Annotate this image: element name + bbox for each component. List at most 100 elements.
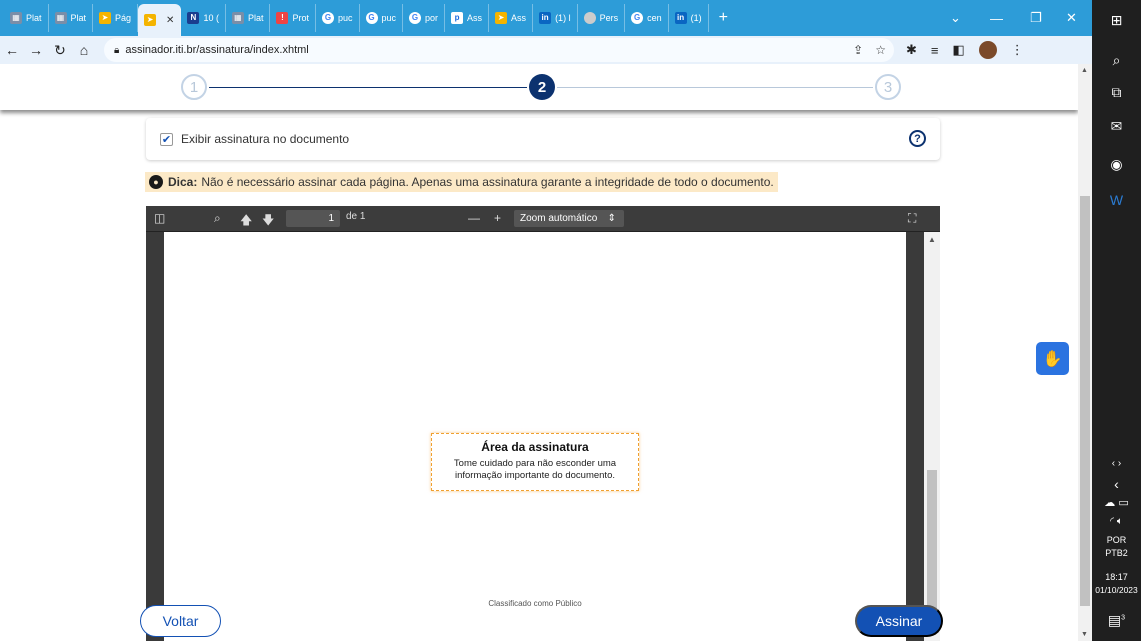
side-panel-icon[interactable]: ◧ [953,42,965,58]
sign-language-accessibility-icon[interactable]: ✋ [1036,342,1069,375]
tab-search-icon[interactable]: ⌄ [950,0,961,36]
page-content: 1 2 3 ✔ Exibir assinatura no documento ?… [0,64,1078,641]
browser-tab[interactable]: in (1) [669,4,709,32]
scroll-up-icon[interactable]: ▲ [1081,67,1088,74]
clock-date[interactable]: 01/10/2023 [1092,585,1141,595]
browser-tab[interactable]: N 10 ( [181,4,226,32]
gov-favicon-icon: ➤ [144,14,157,26]
signature-area[interactable]: Área da assinatura Tome cuidado para não… [431,433,639,491]
zoom-select[interactable]: Zoom automático ⇕ [514,210,624,227]
new-tab-button[interactable]: + [709,9,738,27]
browser-tab[interactable]: ▦ Plat [226,4,271,32]
notification-count: 3 [1121,614,1126,622]
person-favicon-icon [583,12,596,24]
minimize-button[interactable]: — [990,0,1003,36]
windows-taskbar: ⊞ ⌕ ⧉ ✉ ◉ W ‹ › ‹ ☁ ▭ ◜ 🔈︎ POR PTB2 18:1… [1092,0,1141,641]
lightbulb-icon: ● [149,175,163,189]
page-number-input[interactable]: 1 [286,210,340,227]
scroll-down-icon[interactable]: ▼ [1081,631,1088,638]
browser-tab[interactable]: ➤ Pág [93,4,139,32]
browser-tab[interactable]: in (1) l [533,4,578,32]
reload-icon[interactable]: ↻ [48,42,72,59]
classification-footer: Classificado como Público [488,599,582,608]
help-icon[interactable]: ? [909,130,926,147]
show-hidden-icons-icon[interactable]: ‹ [1092,476,1141,492]
page-scroll-thumb[interactable] [1080,196,1090,606]
address-bar[interactable]: 🔒︎ assinador.iti.br/assinatura/index.xht… [104,38,894,62]
browser-tab[interactable]: Gcen [625,4,669,32]
signature-area-description: Tome cuidado para não esconder uma infor… [453,458,617,481]
lock-icon[interactable]: 🔒︎ [114,45,119,56]
google-favicon-icon: G [409,12,422,24]
onedrive-battery-icon[interactable]: ☁ ▭ [1092,496,1141,509]
page-total: de 1 [346,211,366,222]
browser-tab[interactable]: ▦ Plat [4,4,49,32]
chrome-icon[interactable]: ◉ [1092,156,1141,173]
search-icon[interactable]: ⌕ [1092,52,1141,69]
step-1: 1 [181,74,207,100]
scroll-up-icon[interactable]: ▲ [928,235,936,244]
pdf-scrollbar[interactable]: ▲ [924,232,940,641]
browser-tab[interactable]: ➤ Ass [489,4,534,32]
sidebar-toggle-icon[interactable]: ◫ [154,211,165,225]
keyboard-layout[interactable]: PTB2 [1092,548,1141,558]
mail-icon[interactable]: ✉ [1092,118,1141,135]
browser-tab[interactable]: Gpuc [316,4,360,32]
extensions-puzzle-icon[interactable]: ✱ [906,42,917,58]
task-view-icon[interactable]: ⧉ [1092,84,1141,101]
gov-favicon-icon: ➤ [99,12,112,24]
browser-tab[interactable]: ▦ Plat [49,4,94,32]
share-icon[interactable]: ⇪ [853,43,863,57]
browser-tab-active[interactable]: ➤ ✕ [138,4,182,36]
show-signature-checkbox[interactable]: ✔ [160,132,173,146]
linkedin-favicon-icon: in [674,12,687,24]
menu-kebab-icon[interactable]: ⋮ [1011,42,1024,58]
google-favicon-icon: G [321,12,334,24]
pdf-scroll-thumb[interactable] [927,470,937,620]
step-indicator: 1 2 3 [0,64,1078,110]
browser-tab[interactable]: p Ass [445,4,490,32]
browser-tab[interactable]: ! Prot [270,4,316,32]
browser-tab[interactable]: Gpor [403,4,446,32]
input-language[interactable]: POR [1092,535,1141,545]
back-arrow-icon[interactable]: ← [0,42,24,58]
browser-tab[interactable]: Gpuc [360,4,404,32]
close-window-button[interactable]: ✕ [1066,0,1077,36]
windows-start-icon[interactable]: ⊞ [1092,12,1141,29]
fullscreen-icon[interactable]: ⛶ [908,211,916,226]
browser-tab[interactable]: Pers [578,4,626,32]
zoom-in-button[interactable]: + [494,211,501,225]
step-connector [209,87,527,88]
linkedin-favicon-icon: in [539,12,552,24]
plat-favicon-icon: ▦ [54,12,67,24]
browser-toolbar: ← → ↻ ⌂ 🔒︎ assinador.iti.br/assinatura/i… [0,36,1092,64]
sign-button[interactable]: Assinar [855,605,943,637]
home-icon[interactable]: ⌂ [72,42,96,58]
tray-scroll-icon[interactable]: ‹ › [1092,458,1141,469]
reading-list-icon[interactable]: ≡ [931,43,939,58]
tip-text: Não é necessário assinar cada página. Ap… [201,175,774,189]
previous-page-icon[interactable]: 🡅︎ [240,211,252,232]
clock-time[interactable]: 18:17 [1092,572,1141,582]
zoom-out-button[interactable]: — [468,211,480,225]
close-tab-icon[interactable]: ✕ [166,15,174,26]
google-favicon-icon: G [365,12,378,24]
select-arrows-icon: ⇕ [607,213,616,224]
plat-favicon-icon: ▦ [10,12,22,24]
next-page-icon[interactable]: 🡇︎ [262,211,274,232]
step-2-current: 2 [529,74,555,100]
signature-area-title: Área da assinatura [481,440,589,454]
notifications-icon[interactable]: ▤3 [1092,612,1141,629]
url-text: assinador.iti.br/assinatura/index.xhtml [125,44,309,56]
show-signature-label: Exibir assinatura no documento [181,132,350,146]
step-connector [557,87,873,88]
profile-avatar[interactable] [978,41,997,59]
search-icon[interactable]: ⌕ [214,211,221,226]
forward-arrow-icon[interactable]: → [24,42,48,58]
back-button[interactable]: Voltar [140,605,221,637]
bookmark-star-icon[interactable]: ☆ [875,43,886,57]
word-icon[interactable]: W [1092,192,1141,208]
restore-button[interactable]: ❐ [1030,0,1042,36]
page-scrollbar[interactable]: ▲ ▼ [1078,64,1092,641]
wifi-volume-icon[interactable]: ◜ 🔈︎ [1092,516,1141,527]
